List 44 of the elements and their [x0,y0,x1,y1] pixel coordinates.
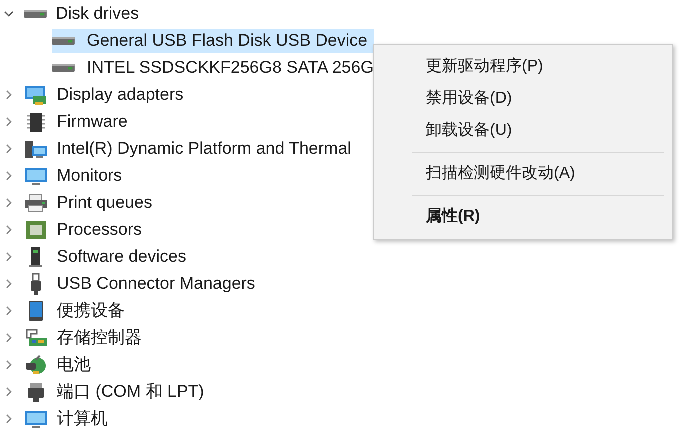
tree-item[interactable]: Processors [55,218,144,242]
tree-item[interactable]: Intel(R) Dynamic Platform and Thermal [55,136,354,160]
menu-item[interactable]: 扫描检测硬件改动(A) [374,158,672,190]
expand-chevron-icon[interactable] [4,252,14,262]
tree-item[interactable]: 计算机 [55,406,110,430]
expand-chevron-icon[interactable] [4,306,14,316]
expand-chevron-icon[interactable] [4,224,14,234]
tree-item[interactable]: Software devices [55,244,188,268]
disk-drive-icon [52,36,75,44]
device-name: INTEL SSDSCKKF256G8 SATA 256G [86,56,375,78]
expand-chevron-icon[interactable] [4,332,14,342]
disk-drive-icon [24,10,47,18]
menu-item[interactable]: 卸载设备(U) [374,115,672,147]
collapse-chevron-icon[interactable] [4,8,14,18]
disk-drive-icon [52,64,75,72]
expand-chevron-icon[interactable] [4,144,14,154]
tree-item[interactable]: 端口 (COM 和 LPT) [55,380,206,404]
tree-item[interactable]: General USB Flash Disk USB Device [52,28,374,52]
expand-chevron-icon[interactable] [4,116,14,126]
tree-item[interactable]: 存储控制器 [55,326,144,350]
expand-chevron-icon[interactable] [4,278,14,288]
chip-icon [24,110,48,132]
tree-item[interactable]: 便携设备 [55,298,127,322]
expand-chevron-icon[interactable] [4,198,14,208]
tree-item[interactable]: Disk drives [54,2,142,26]
tree-item[interactable]: 电池 [55,352,93,376]
battery-plug-icon [24,354,48,376]
expand-chevron-icon[interactable] [4,170,14,180]
device-name: General USB Flash Disk USB Device [86,30,369,52]
tree-item[interactable]: USB Connector Managers [55,272,258,296]
display-adapter-icon [24,84,48,106]
expand-chevron-icon[interactable] [4,414,14,424]
tree-item[interactable]: Monitors [55,164,124,188]
tree-item[interactable]: Print queues [55,190,154,214]
printer-icon [24,192,48,214]
expand-chevron-icon[interactable] [4,360,14,370]
menu-item[interactable]: 属性(R) [374,201,672,233]
expand-chevron-icon[interactable] [4,386,14,396]
menu-item[interactable]: 禁用设备(D) [374,83,672,115]
tree-item[interactable]: Display adapters [55,82,186,106]
tree-item[interactable]: Firmware [55,110,130,134]
storage-controller-icon [24,326,48,348]
processor-icon [24,218,48,240]
expand-chevron-icon[interactable] [4,90,14,100]
